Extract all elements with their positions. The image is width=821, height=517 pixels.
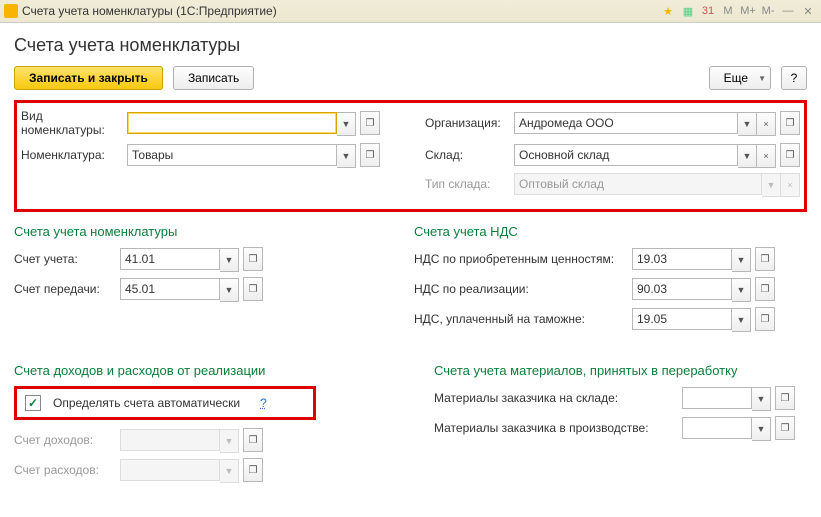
dropdown-icon[interactable]: ▼ bbox=[337, 112, 356, 136]
page-title: Счета учета номенклатуры bbox=[14, 35, 807, 56]
calendar-icon[interactable]: 31 bbox=[699, 3, 717, 19]
help-button[interactable]: ? bbox=[781, 66, 807, 90]
dropdown-icon[interactable]: ▼ bbox=[752, 387, 771, 411]
clear-icon[interactable]: × bbox=[757, 112, 776, 136]
checkbox-auto[interactable]: ✓ bbox=[25, 395, 41, 411]
section-vat: Счета учета НДС bbox=[414, 224, 807, 239]
open-icon[interactable]: ❐ bbox=[775, 386, 795, 410]
label-mat-sklad: Материалы заказчика на складе: bbox=[434, 391, 682, 405]
open-icon[interactable]: ❐ bbox=[755, 307, 775, 331]
calculator-icon[interactable]: ▦ bbox=[679, 3, 697, 19]
section-materials: Счета учета материалов, принятых в перер… bbox=[434, 363, 807, 378]
open-icon[interactable]: ❐ bbox=[243, 428, 263, 452]
label-auto: Определять счета автоматически bbox=[53, 396, 240, 410]
open-icon[interactable]: ❐ bbox=[780, 111, 800, 135]
dropdown-icon: ▼ bbox=[220, 459, 239, 483]
highlight-filters: Вид номенклатуры: ▼ ❐ Организация: Андро… bbox=[14, 100, 807, 212]
dropdown-icon[interactable]: ▼ bbox=[732, 248, 751, 272]
input-ras bbox=[120, 459, 220, 481]
input-org[interactable]: Андромеда ООО bbox=[514, 112, 738, 134]
toolbar: Записать и закрыть Записать Еще ? bbox=[14, 66, 807, 90]
input-doh bbox=[120, 429, 220, 451]
clear-icon[interactable]: × bbox=[757, 144, 776, 168]
label-uchet: Счет учета: bbox=[14, 252, 120, 266]
close-icon[interactable]: ✕ bbox=[799, 3, 817, 19]
titlebar: Счета учета номенклатуры (1С:Предприятие… bbox=[0, 0, 821, 23]
save-button[interactable]: Записать bbox=[173, 66, 254, 90]
input-vat-customs[interactable]: 19.05 bbox=[632, 308, 732, 330]
input-mat-sklad[interactable] bbox=[682, 387, 752, 409]
input-uchet[interactable]: 41.01 bbox=[120, 248, 220, 270]
label-nomen: Номенклатура: bbox=[21, 148, 127, 162]
m-icon[interactable]: M bbox=[719, 3, 737, 19]
input-vid[interactable] bbox=[127, 112, 337, 134]
dropdown-icon[interactable]: ▼ bbox=[732, 278, 751, 302]
dropdown-icon: ▼ bbox=[220, 429, 239, 453]
m-minus-icon[interactable]: M- bbox=[759, 3, 777, 19]
input-sklad[interactable]: Основной склад bbox=[514, 144, 738, 166]
favorite-icon[interactable]: ★ bbox=[659, 3, 677, 19]
label-mat-proizv: Материалы заказчика в производстве: bbox=[434, 421, 682, 435]
input-vat-real[interactable]: 90.03 bbox=[632, 278, 732, 300]
input-tip: Оптовый склад bbox=[514, 173, 762, 195]
label-doh: Счет доходов: bbox=[14, 433, 120, 447]
help-link[interactable]: ? bbox=[260, 396, 267, 410]
label-ras: Счет расходов: bbox=[14, 463, 120, 477]
label-tip: Тип склада: bbox=[425, 177, 514, 191]
open-icon[interactable]: ❐ bbox=[360, 111, 380, 135]
label-vat-customs: НДС, уплаченный на таможне: bbox=[414, 312, 632, 326]
dropdown-icon[interactable]: ▼ bbox=[738, 112, 757, 136]
label-vat-real: НДС по реализации: bbox=[414, 282, 632, 296]
label-org: Организация: bbox=[425, 116, 514, 130]
input-mat-proizv[interactable] bbox=[682, 417, 752, 439]
input-nomen[interactable]: Товары bbox=[127, 144, 337, 166]
open-icon[interactable]: ❐ bbox=[243, 458, 263, 482]
section-accounts: Счета учета номенклатуры bbox=[14, 224, 414, 239]
label-vid: Вид номенклатуры: bbox=[21, 109, 127, 137]
titlebar-actions: ★ ▦ 31 M M+ M- — ✕ bbox=[659, 3, 817, 19]
dropdown-icon[interactable]: ▼ bbox=[220, 248, 239, 272]
input-vat-acq[interactable]: 19.03 bbox=[632, 248, 732, 270]
titlebar-text: Счета учета номенклатуры (1С:Предприятие… bbox=[22, 4, 277, 18]
dropdown-icon[interactable]: ▼ bbox=[220, 278, 239, 302]
dropdown-icon[interactable]: ▼ bbox=[738, 144, 757, 168]
open-icon[interactable]: ❐ bbox=[243, 277, 263, 301]
dropdown-icon: ▼ bbox=[762, 173, 781, 197]
open-icon[interactable]: ❐ bbox=[775, 416, 795, 440]
highlight-auto: ✓ Определять счета автоматически ? bbox=[14, 386, 316, 420]
label-vat-acq: НДС по приобретенным ценностям: bbox=[414, 252, 632, 266]
m-plus-icon[interactable]: M+ bbox=[739, 3, 757, 19]
open-icon[interactable]: ❐ bbox=[755, 247, 775, 271]
open-icon[interactable]: ❐ bbox=[243, 247, 263, 271]
open-icon[interactable]: ❐ bbox=[360, 143, 380, 167]
section-income: Счета доходов и расходов от реализации bbox=[14, 363, 434, 378]
more-button[interactable]: Еще bbox=[709, 66, 771, 90]
dropdown-icon[interactable]: ▼ bbox=[732, 308, 751, 332]
label-sklad: Склад: bbox=[425, 148, 514, 162]
open-icon[interactable]: ❐ bbox=[755, 277, 775, 301]
input-peredacha[interactable]: 45.01 bbox=[120, 278, 220, 300]
app-icon bbox=[4, 4, 18, 18]
minimize-icon[interactable]: — bbox=[779, 3, 797, 19]
save-close-button[interactable]: Записать и закрыть bbox=[14, 66, 163, 90]
dropdown-icon[interactable]: ▼ bbox=[337, 144, 356, 168]
dropdown-icon[interactable]: ▼ bbox=[752, 417, 771, 441]
open-icon[interactable]: ❐ bbox=[780, 143, 800, 167]
clear-icon: × bbox=[781, 173, 800, 197]
label-peredacha: Счет передачи: bbox=[14, 282, 120, 296]
